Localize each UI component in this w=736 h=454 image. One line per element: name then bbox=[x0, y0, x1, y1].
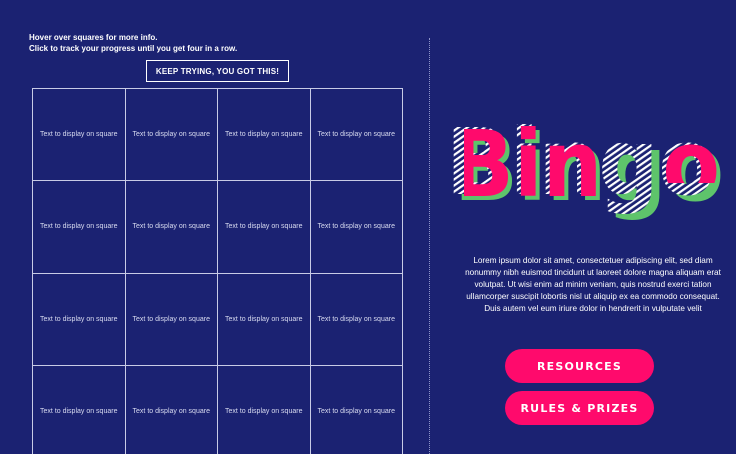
bingo-square[interactable]: Text to display on square bbox=[125, 273, 218, 366]
bingo-square[interactable]: Text to display on square bbox=[218, 89, 311, 182]
bingo-square[interactable]: Text to display on square bbox=[310, 89, 403, 182]
bingo-square[interactable]: Text to display on square bbox=[218, 365, 311, 454]
instructions-line-1: Hover over squares for more info. bbox=[29, 33, 158, 42]
bingo-square[interactable]: Text to display on square bbox=[33, 89, 126, 182]
bingo-square[interactable]: Text to display on square bbox=[33, 273, 126, 366]
instructions-line-2: Click to track your progress until you g… bbox=[29, 44, 238, 53]
bingo-logo: Bingo Bingo Bingo bbox=[446, 118, 724, 220]
instructions: Hover over squares for more info. Click … bbox=[29, 32, 237, 54]
resources-button[interactable]: RESOURCES bbox=[505, 349, 654, 383]
bingo-square[interactable]: Text to display on square bbox=[310, 181, 403, 274]
vertical-divider bbox=[429, 38, 430, 454]
bingo-square[interactable]: Text to display on square bbox=[33, 365, 126, 454]
bingo-square[interactable]: Text to display on square bbox=[310, 273, 403, 366]
bingo-square[interactable]: Text to display on square bbox=[218, 181, 311, 274]
bingo-square[interactable]: Text to display on square bbox=[218, 273, 311, 366]
status-message: KEEP TRYING, YOU GOT THIS! bbox=[146, 60, 289, 82]
description-text: Lorem ipsum dolor sit amet, consectetuer… bbox=[465, 256, 721, 313]
bingo-square[interactable]: Text to display on square bbox=[33, 181, 126, 274]
bingo-grid: Text to display on square Text to displa… bbox=[32, 88, 403, 454]
rules-prizes-button[interactable]: RULES & PRIZES bbox=[505, 391, 654, 425]
bingo-square[interactable]: Text to display on square bbox=[125, 181, 218, 274]
bingo-square[interactable]: Text to display on square bbox=[125, 89, 218, 182]
bingo-square[interactable]: Text to display on square bbox=[311, 365, 403, 454]
bingo-square[interactable]: Text to display on square bbox=[126, 365, 218, 454]
